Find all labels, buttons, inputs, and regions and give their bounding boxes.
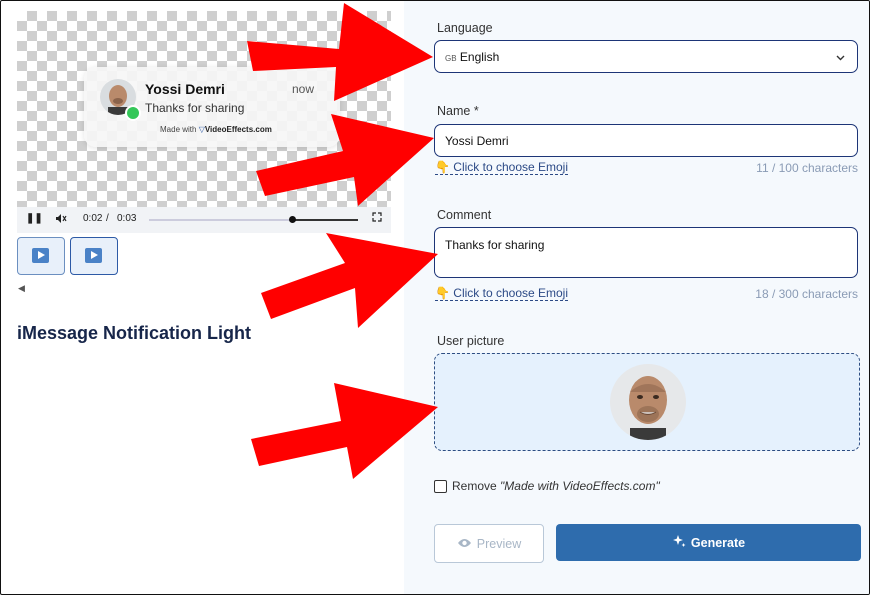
annotation-arrows — [247, 3, 438, 479]
annotation-arrow-language — [247, 3, 433, 101]
annotation-arrow-comment — [261, 233, 438, 328]
app-frame: Yossi Demri now Thanks for sharing Made … — [0, 0, 870, 595]
annotation-arrow-name — [256, 114, 434, 206]
annotation-arrow-user-picture — [251, 383, 438, 479]
